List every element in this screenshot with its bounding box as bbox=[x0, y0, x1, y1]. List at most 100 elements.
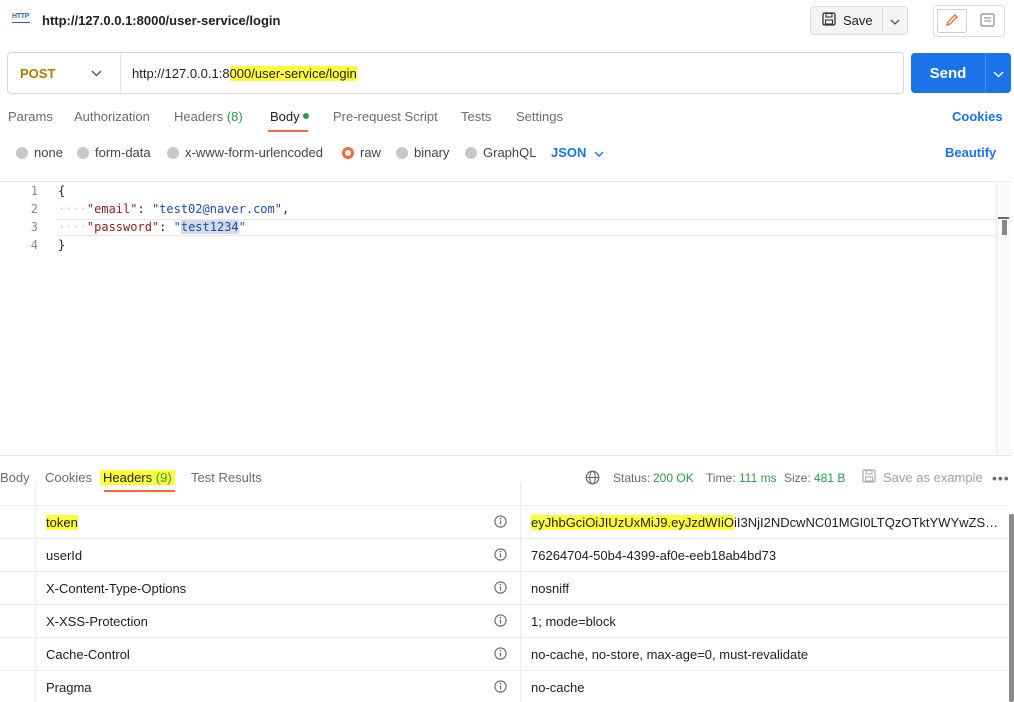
info-icon[interactable] bbox=[494, 680, 507, 696]
header-value-highlighted: eyJhbGciOiJIUzUxMiJ9.eyJzdWIiO bbox=[531, 515, 734, 530]
active-tab-indicator bbox=[268, 130, 308, 132]
radio-graphql[interactable]: GraphQL bbox=[465, 145, 536, 160]
radio-circle-icon bbox=[465, 146, 477, 159]
response-headers-table: token eyJhbGciOiJIUzUxMiJ9.eyJzdWIiOiI3N… bbox=[0, 482, 1010, 702]
info-icon[interactable] bbox=[494, 647, 507, 663]
table-row: X-XSS-Protection 1; mode=block bbox=[0, 605, 1008, 638]
json-key-password: "password" bbox=[86, 220, 160, 234]
tab-params[interactable]: Params bbox=[8, 109, 53, 124]
scrollbar-marker bbox=[998, 217, 1009, 219]
open-brace: { bbox=[58, 184, 66, 198]
http-request-icon: HTTP bbox=[12, 12, 32, 28]
radio-circle-icon bbox=[77, 146, 89, 159]
divider bbox=[120, 53, 121, 93]
radio-form-data[interactable]: form-data bbox=[77, 145, 151, 160]
info-icon[interactable] bbox=[494, 581, 507, 597]
chevron-down-icon bbox=[993, 66, 1004, 81]
save-button[interactable]: Save bbox=[810, 6, 882, 35]
tab-body[interactable]: Body bbox=[270, 109, 309, 124]
radio-urlencoded-label: x-www-form-urlencoded bbox=[185, 145, 323, 160]
line-number: 4 bbox=[30, 238, 38, 252]
pencil-icon bbox=[945, 13, 959, 30]
table-row: Cache-Control no-cache, no-store, max-ag… bbox=[0, 638, 1008, 671]
header-value[interactable]: 76264704-50b4-4399-af0e-eeb18ab4bd73 bbox=[531, 548, 776, 563]
info-icon[interactable] bbox=[494, 614, 507, 630]
tab-headers-label: Headers bbox=[174, 109, 224, 124]
beautify-button[interactable]: Beautify bbox=[945, 145, 996, 160]
json-value-email: "test02@naver.com" bbox=[151, 202, 282, 216]
headers-scrollbar-thumb[interactable] bbox=[1009, 514, 1014, 702]
tab-headers[interactable]: Headers (8) bbox=[174, 109, 243, 124]
body-format-value: JSON bbox=[551, 145, 587, 160]
header-value[interactable]: eyJhbGciOiJIUzUxMiJ9.eyJzdWIiOiI3NjI2NDc… bbox=[531, 515, 1003, 530]
radio-raw[interactable]: raw bbox=[342, 145, 381, 160]
edit-mode-button[interactable] bbox=[937, 9, 967, 33]
line-number: 2 bbox=[30, 202, 38, 216]
tab-body-label: Body bbox=[270, 109, 300, 124]
header-key: token bbox=[46, 515, 78, 530]
radio-none[interactable]: none bbox=[16, 145, 63, 160]
header-key: X-Content-Type-Options bbox=[46, 581, 187, 596]
tab-authorization[interactable]: Authorization bbox=[74, 109, 150, 124]
url-input[interactable]: http://127.0.0.1:8000/user-service/login bbox=[132, 66, 357, 81]
table-row: X-Content-Type-Options nosniff bbox=[0, 572, 1008, 605]
radio-form-data-label: form-data bbox=[95, 145, 151, 160]
tab-settings[interactable]: Settings bbox=[516, 109, 563, 124]
code-line[interactable]: { bbox=[58, 184, 65, 198]
table-row: Pragma no-cache bbox=[0, 671, 1008, 702]
header-key: Cache-Control bbox=[46, 647, 130, 662]
radio-x-www-form-urlencoded[interactable]: x-www-form-urlencoded bbox=[167, 145, 323, 160]
save-button-label: Save bbox=[843, 13, 873, 28]
floppy-disk-icon bbox=[822, 12, 836, 29]
line-number: 1 bbox=[30, 184, 38, 198]
url-input-highlighted: 000/user-service/login bbox=[229, 66, 357, 81]
code-line[interactable]: ····"email": "test02@naver.com", bbox=[58, 202, 289, 216]
json-value-password: test1234 bbox=[180, 220, 239, 234]
header-key: Pragma bbox=[46, 680, 92, 695]
scrollbar-thumb[interactable] bbox=[1002, 220, 1007, 235]
documentation-button[interactable] bbox=[972, 9, 1002, 33]
radio-graphql-label: GraphQL bbox=[483, 145, 537, 160]
code-line[interactable]: ····"password": "test1234" bbox=[58, 220, 246, 234]
modified-dot-icon bbox=[302, 113, 309, 119]
send-button[interactable]: Send bbox=[911, 53, 985, 93]
radio-circle-icon bbox=[16, 146, 28, 159]
radio-selected-icon bbox=[342, 146, 354, 159]
request-title[interactable]: http://127.0.0.1:8000/user-service/login bbox=[42, 13, 280, 28]
cookies-link[interactable]: Cookies bbox=[952, 109, 1003, 124]
tab-pre-request-script[interactable]: Pre-request Script bbox=[333, 109, 438, 124]
header-value[interactable]: 1; mode=block bbox=[531, 614, 616, 629]
header-key: X-XSS-Protection bbox=[46, 614, 148, 629]
header-value[interactable]: no-cache, no-store, max-age=0, must-reva… bbox=[531, 647, 808, 662]
radio-none-label: none bbox=[34, 145, 63, 160]
radio-raw-label: raw bbox=[360, 145, 381, 160]
line-number: 3 bbox=[30, 220, 38, 234]
info-icon[interactable] bbox=[494, 515, 507, 531]
radio-binary[interactable]: binary bbox=[396, 145, 449, 160]
info-icon[interactable] bbox=[494, 548, 507, 564]
body-format-select[interactable]: JSON bbox=[551, 145, 604, 160]
radio-circle-icon bbox=[167, 146, 179, 159]
http-method-select[interactable]: POST bbox=[20, 66, 55, 81]
chevron-down-icon[interactable] bbox=[91, 65, 102, 80]
chevron-down-icon bbox=[890, 13, 900, 28]
tab-headers-count: (8) bbox=[226, 109, 243, 124]
table-row: token eyJhbGciOiJIUzUxMiJ9.eyJzdWIiOiI3N… bbox=[0, 506, 1008, 539]
header-key: userId bbox=[46, 548, 83, 563]
close-brace: } bbox=[58, 238, 66, 252]
url-input-prefix: http://127.0.0.1:8 bbox=[132, 66, 230, 81]
table-row bbox=[0, 482, 1008, 506]
radio-binary-label: binary bbox=[414, 145, 450, 160]
header-value-rest: iI3NjI2NDcwNC01MGI0LTQzOTktYWYwZS1lZWIxO… bbox=[733, 515, 1003, 530]
header-value[interactable]: nosniff bbox=[531, 581, 569, 596]
table-row: userId 76264704-50b4-4399-af0e-eeb18ab4b… bbox=[0, 539, 1008, 572]
send-options-button[interactable] bbox=[985, 53, 1011, 93]
save-options-button[interactable] bbox=[882, 6, 908, 35]
header-value[interactable]: no-cache bbox=[531, 680, 584, 695]
view-mode-toggle bbox=[933, 5, 1005, 37]
json-key-email: "email" bbox=[86, 202, 138, 216]
radio-circle-icon bbox=[396, 146, 408, 159]
chevron-down-icon bbox=[594, 145, 604, 160]
tab-tests[interactable]: Tests bbox=[461, 109, 491, 124]
code-line[interactable]: } bbox=[58, 238, 65, 252]
